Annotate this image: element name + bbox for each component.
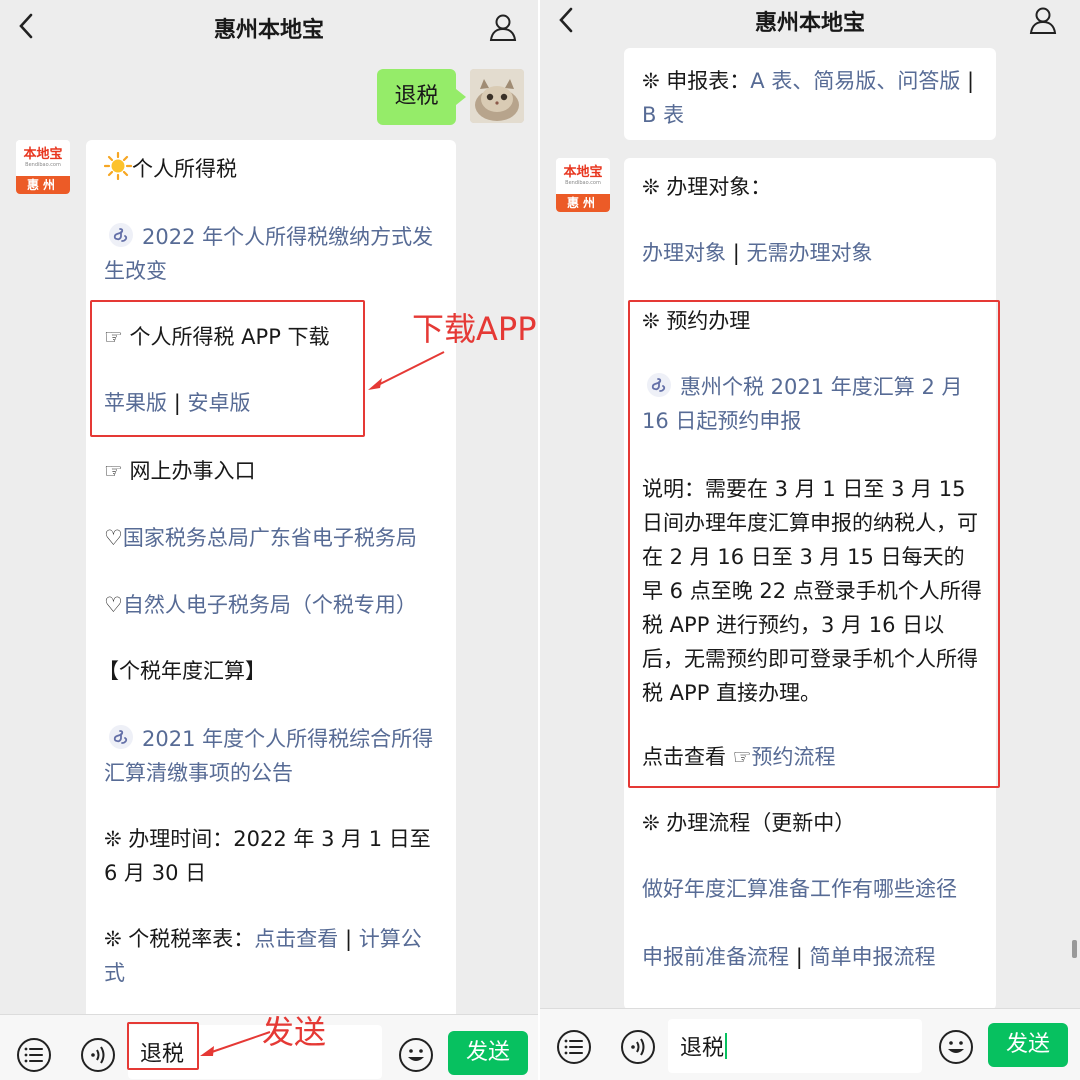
bot-reply-card: 个人所得税 2022 年个人所得税缴纳方式发生改变 ☞ 个人所得税 APP 下载… xyxy=(86,140,456,1020)
annual-settlement-title: 【个税年度汇算】 xyxy=(98,659,266,683)
natural-person-tax-link[interactable]: 自然人电子税务局（个税专用） xyxy=(123,593,417,617)
bot-avatar[interactable]: 本地宝 Bendibao.com 惠州 xyxy=(16,140,70,194)
mini-program-link-1[interactable]: 2022 年个人所得税缴纳方式发生改变 xyxy=(104,220,442,288)
tax-rate-view-link[interactable]: 点击查看 xyxy=(254,927,338,951)
mini-program-icon xyxy=(647,373,671,397)
guangdong-tax-link-row[interactable]: ♡国家税务总局广东省电子税务局 xyxy=(104,521,442,555)
annotation-arrow-icon xyxy=(368,351,445,390)
mini-link-2-text: 2021 年度个人所得税综合所得汇算清缴事项的公告 xyxy=(104,727,434,785)
cat-photo-image xyxy=(470,69,524,123)
avatar-brand-en: Bendibao.com xyxy=(25,162,61,168)
input-text: 退税 xyxy=(680,1036,725,1061)
user-avatar[interactable] xyxy=(470,69,524,123)
separator: | xyxy=(344,927,353,951)
section-heading: 个人所得税 xyxy=(132,157,237,181)
natural-person-link-row[interactable]: ♡自然人电子税务局（个税专用） xyxy=(104,588,442,622)
bot-reply-card: ❊ 办理对象： 办理对象 | 无需办理对象 ❊ 预约办理 惠州个税 2021 年… xyxy=(624,158,996,1010)
view-prefix: 点击查看 ☞ xyxy=(642,745,752,769)
menu-list-icon[interactable] xyxy=(16,1037,52,1073)
mini-link-1-text: 2022 年个人所得税缴纳方式发生改变 xyxy=(104,225,434,283)
separator: | xyxy=(732,241,740,265)
mini-program-link[interactable]: 惠州个税 2021 年度汇算 2 月 16 日起预约申报 xyxy=(642,370,982,438)
online-service-title: ☞ 网上办事入口 xyxy=(104,459,256,483)
top-bar: 惠州本地宝 xyxy=(0,0,538,52)
simple-declaration-link[interactable]: 简单申报流程 xyxy=(809,945,935,969)
user-message-bubble[interactable]: 退税 xyxy=(377,69,466,125)
avatar-city: 惠州 xyxy=(556,194,610,212)
reservation-title: ❊ 预约办理 xyxy=(642,309,751,333)
top-bar: 惠州本地宝 xyxy=(540,0,1080,52)
avatar-city: 惠州 xyxy=(16,176,70,194)
mini-program-icon xyxy=(109,223,133,247)
profile-icon[interactable] xyxy=(488,12,518,42)
left-chat-screen: 惠州本地宝 退税 本地宝 Bendibao.com 惠州 个人所得税 2022 年… xyxy=(0,0,538,1080)
input-text: 退税 xyxy=(140,1042,185,1067)
guangdong-tax-link[interactable]: 国家税务总局广东省电子税务局 xyxy=(123,526,417,550)
avatar-brand: 本地宝 xyxy=(563,165,603,180)
avatar-brand: 本地宝 xyxy=(23,147,63,162)
android-download-link[interactable]: 安卓版 xyxy=(187,391,250,415)
emoji-icon[interactable] xyxy=(938,1029,974,1065)
prep-ways-link[interactable]: 做好年度汇算准备工作有哪些途径 xyxy=(642,877,957,901)
message-input[interactable]: 退税 xyxy=(668,1019,922,1073)
annotation-label-download: 下载APP xyxy=(412,310,537,348)
user-message-text: 退税 xyxy=(394,84,439,109)
reservation-note: 说明：需要在 3 月 1 日至 3 月 15 日间办理年度汇算申报的纳税人，可在… xyxy=(642,477,982,705)
bot-reply-card-previous: ❊ 申报表：A 表、简易版、问答版 | B 表 xyxy=(624,48,996,140)
chat-title: 惠州本地宝 xyxy=(754,11,865,36)
form-b-link[interactable]: B 表 xyxy=(642,103,684,127)
tax-rate-label: ❊ 个税税率表： xyxy=(104,927,255,951)
separator: | xyxy=(967,69,975,93)
ios-download-link[interactable]: 苹果版 xyxy=(104,391,167,415)
avatar-brand-en: Bendibao.com xyxy=(565,180,601,186)
voice-icon[interactable] xyxy=(80,1037,116,1073)
send-button[interactable]: 发送 xyxy=(448,1031,528,1075)
mini-program-icon xyxy=(109,725,133,749)
profile-icon[interactable] xyxy=(1028,5,1058,35)
mini-link-text: 惠州个税 2021 年度汇算 2 月 16 日起预约申报 xyxy=(642,375,963,433)
voice-icon[interactable] xyxy=(620,1029,656,1065)
text-cursor xyxy=(725,1033,728,1059)
mini-program-link-2[interactable]: 2021 年度个人所得税综合所得汇算清缴事项的公告 xyxy=(104,722,442,790)
emoji-icon[interactable] xyxy=(398,1037,434,1073)
scrollbar[interactable] xyxy=(1072,940,1077,958)
form-a-link[interactable]: A 表、简易版、问答版 xyxy=(750,69,960,93)
right-chat-screen: 惠州本地宝 ❊ 申报表：A 表、简易版、问答版 | B 表 本地宝 Bendiba… xyxy=(540,0,1080,1080)
send-button[interactable]: 发送 xyxy=(988,1023,1068,1067)
target-title: ❊ 办理对象： xyxy=(642,175,772,199)
processing-time-text: ❊ 办理时间：2022 年 3 月 1 日至 6 月 30 日 xyxy=(104,827,431,885)
pre-declaration-link[interactable]: 申报前准备流程 xyxy=(642,945,789,969)
annotation-arrow-icon xyxy=(200,1031,271,1056)
input-bar: 退税 发送 xyxy=(540,1008,1080,1080)
heart-icon: ♡ xyxy=(104,526,123,550)
separator: | xyxy=(795,945,803,969)
process-title: ❊ 办理流程（更新中） xyxy=(642,811,856,835)
heart-icon: ♡ xyxy=(104,593,123,617)
chat-title: 惠州本地宝 xyxy=(213,18,324,43)
target-link[interactable]: 办理对象 xyxy=(642,241,726,265)
sun-icon xyxy=(103,151,133,181)
separator: | xyxy=(173,391,181,415)
reservation-process-link[interactable]: 预约流程 xyxy=(752,745,836,769)
no-target-link[interactable]: 无需办理对象 xyxy=(746,241,872,265)
declaration-label: ❊ 申报表： xyxy=(642,69,751,93)
menu-list-icon[interactable] xyxy=(556,1029,592,1065)
bot-avatar[interactable]: 本地宝 Bendibao.com 惠州 xyxy=(556,158,610,212)
